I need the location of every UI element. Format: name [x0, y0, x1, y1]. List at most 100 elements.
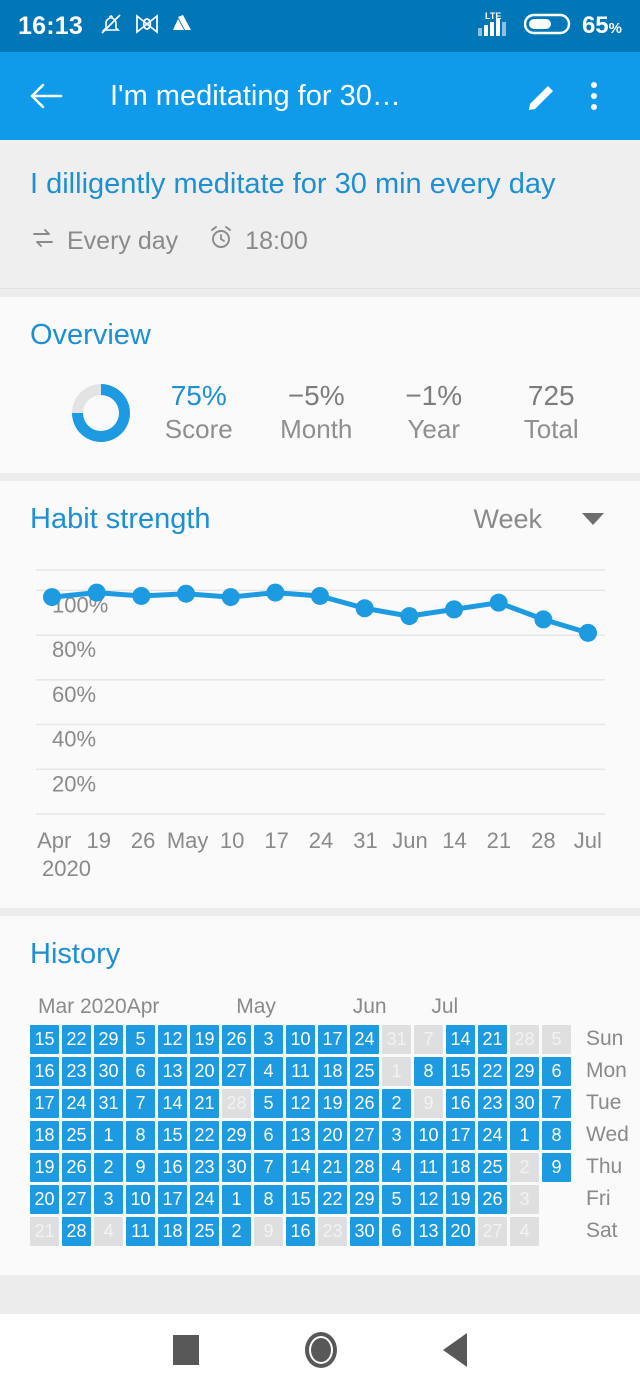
history-day-cell[interactable]: 17 [30, 1088, 59, 1118]
history-day-cell[interactable]: 18 [318, 1056, 347, 1086]
back-button[interactable] [20, 70, 72, 122]
history-day-cell[interactable]: 9 [126, 1152, 155, 1182]
history-day-cell[interactable]: 2 [382, 1088, 411, 1118]
history-day-cell[interactable]: 27 [222, 1056, 251, 1086]
history-day-cell[interactable]: 23 [62, 1056, 91, 1086]
history-day-cell[interactable]: 13 [158, 1056, 187, 1086]
history-day-cell[interactable]: 7 [126, 1088, 155, 1118]
history-day-cell[interactable]: 20 [190, 1056, 219, 1086]
history-day-cell[interactable]: 22 [478, 1056, 507, 1086]
history-day-cell[interactable]: 19 [446, 1184, 475, 1214]
history-day-cell[interactable]: 22 [190, 1120, 219, 1150]
history-day-cell[interactable]: 8 [254, 1184, 283, 1214]
history-day-cell[interactable]: 23 [478, 1088, 507, 1118]
history-day-cell[interactable]: 10 [286, 1024, 315, 1054]
history-day-cell[interactable]: 4 [254, 1056, 283, 1086]
history-day-cell[interactable]: 31 [382, 1024, 411, 1054]
history-day-cell[interactable]: 10 [126, 1184, 155, 1214]
history-day-cell[interactable]: 15 [30, 1024, 59, 1054]
history-day-cell[interactable]: 11 [414, 1152, 443, 1182]
history-day-cell[interactable]: 6 [254, 1120, 283, 1150]
history-day-cell[interactable]: 8 [414, 1056, 443, 1086]
history-day-cell[interactable]: 8 [542, 1120, 571, 1150]
history-day-cell[interactable]: 17 [446, 1120, 475, 1150]
history-day-cell[interactable]: 1 [222, 1184, 251, 1214]
history-day-cell[interactable]: 14 [446, 1024, 475, 1054]
history-day-cell[interactable]: 8 [126, 1120, 155, 1150]
history-day-cell[interactable]: 24 [190, 1184, 219, 1214]
history-day-cell[interactable]: 1 [510, 1120, 539, 1150]
history-day-cell[interactable]: 15 [158, 1120, 187, 1150]
history-day-cell[interactable]: 5 [254, 1088, 283, 1118]
history-day-cell[interactable]: 30 [94, 1056, 123, 1086]
history-day-cell[interactable]: 30 [222, 1152, 251, 1182]
history-day-cell[interactable]: 22 [62, 1024, 91, 1054]
history-day-cell[interactable]: 19 [318, 1088, 347, 1118]
recents-button[interactable] [173, 1335, 199, 1365]
home-button[interactable] [305, 1332, 337, 1368]
history-day-cell[interactable]: 26 [350, 1088, 379, 1118]
history-day-cell[interactable]: 28 [350, 1152, 379, 1182]
history-day-cell[interactable]: 23 [318, 1216, 347, 1246]
history-day-cell[interactable]: 4 [94, 1216, 123, 1246]
history-day-cell[interactable]: 9 [542, 1152, 571, 1182]
history-day-cell[interactable]: 2 [94, 1152, 123, 1182]
history-day-cell[interactable]: 25 [350, 1056, 379, 1086]
more-options-button[interactable] [568, 70, 620, 122]
history-day-cell[interactable]: 21 [478, 1024, 507, 1054]
history-day-cell[interactable]: 17 [158, 1184, 187, 1214]
history-day-cell[interactable]: 15 [286, 1184, 315, 1214]
history-day-cell[interactable]: 11 [286, 1056, 315, 1086]
history-day-cell[interactable]: 29 [94, 1024, 123, 1054]
history-day-cell[interactable]: 5 [382, 1184, 411, 1214]
history-day-cell[interactable]: 28 [510, 1024, 539, 1054]
edit-button[interactable] [516, 70, 568, 122]
history-day-cell[interactable]: 2 [222, 1216, 251, 1246]
history-day-cell[interactable]: 19 [190, 1024, 219, 1054]
history-day-cell[interactable]: 3 [510, 1184, 539, 1214]
history-day-cell[interactable]: 7 [414, 1024, 443, 1054]
history-day-cell[interactable]: 4 [382, 1152, 411, 1182]
history-day-cell[interactable]: 26 [62, 1152, 91, 1182]
history-day-cell[interactable]: 30 [350, 1216, 379, 1246]
history-day-cell[interactable]: 19 [30, 1152, 59, 1182]
history-day-cell[interactable]: 18 [446, 1152, 475, 1182]
history-day-cell[interactable]: 28 [222, 1088, 251, 1118]
history-day-cell[interactable]: 30 [510, 1088, 539, 1118]
history-day-cell[interactable]: 3 [382, 1120, 411, 1150]
history-day-cell[interactable]: 25 [478, 1152, 507, 1182]
history-day-cell[interactable]: 9 [254, 1216, 283, 1246]
history-day-cell[interactable]: 14 [286, 1152, 315, 1182]
history-day-cell[interactable]: 17 [318, 1024, 347, 1054]
history-day-cell[interactable]: 23 [190, 1152, 219, 1182]
history-day-cell[interactable]: 5 [542, 1024, 571, 1054]
history-day-cell[interactable]: 13 [286, 1120, 315, 1150]
history-day-cell[interactable]: 24 [62, 1088, 91, 1118]
history-day-cell[interactable]: 20 [318, 1120, 347, 1150]
history-day-cell[interactable]: 6 [126, 1056, 155, 1086]
system-back-button[interactable] [443, 1333, 467, 1367]
history-day-cell[interactable]: 9 [414, 1088, 443, 1118]
history-day-cell[interactable]: 6 [382, 1216, 411, 1246]
history-day-cell[interactable]: 16 [30, 1056, 59, 1086]
history-day-cell[interactable]: 18 [158, 1216, 187, 1246]
history-day-cell[interactable]: 1 [94, 1120, 123, 1150]
history-day-cell[interactable]: 12 [286, 1088, 315, 1118]
history-day-cell[interactable]: 12 [158, 1024, 187, 1054]
history-day-cell[interactable]: 29 [222, 1120, 251, 1150]
history-day-cell[interactable]: 29 [350, 1184, 379, 1214]
history-day-cell[interactable]: 31 [94, 1088, 123, 1118]
history-day-cell[interactable]: 26 [222, 1024, 251, 1054]
history-day-cell[interactable]: 22 [318, 1184, 347, 1214]
history-day-cell[interactable]: 11 [126, 1216, 155, 1246]
history-day-cell[interactable]: 5 [126, 1024, 155, 1054]
history-day-cell[interactable]: 24 [478, 1120, 507, 1150]
history-day-cell[interactable]: 16 [158, 1152, 187, 1182]
history-day-cell[interactable]: 15 [446, 1056, 475, 1086]
history-day-cell[interactable]: 20 [30, 1184, 59, 1214]
history-day-cell[interactable]: 3 [254, 1024, 283, 1054]
history-day-cell[interactable]: 7 [254, 1152, 283, 1182]
history-day-cell[interactable]: 3 [94, 1184, 123, 1214]
history-day-cell[interactable]: 4 [510, 1216, 539, 1246]
history-day-cell[interactable]: 28 [62, 1216, 91, 1246]
